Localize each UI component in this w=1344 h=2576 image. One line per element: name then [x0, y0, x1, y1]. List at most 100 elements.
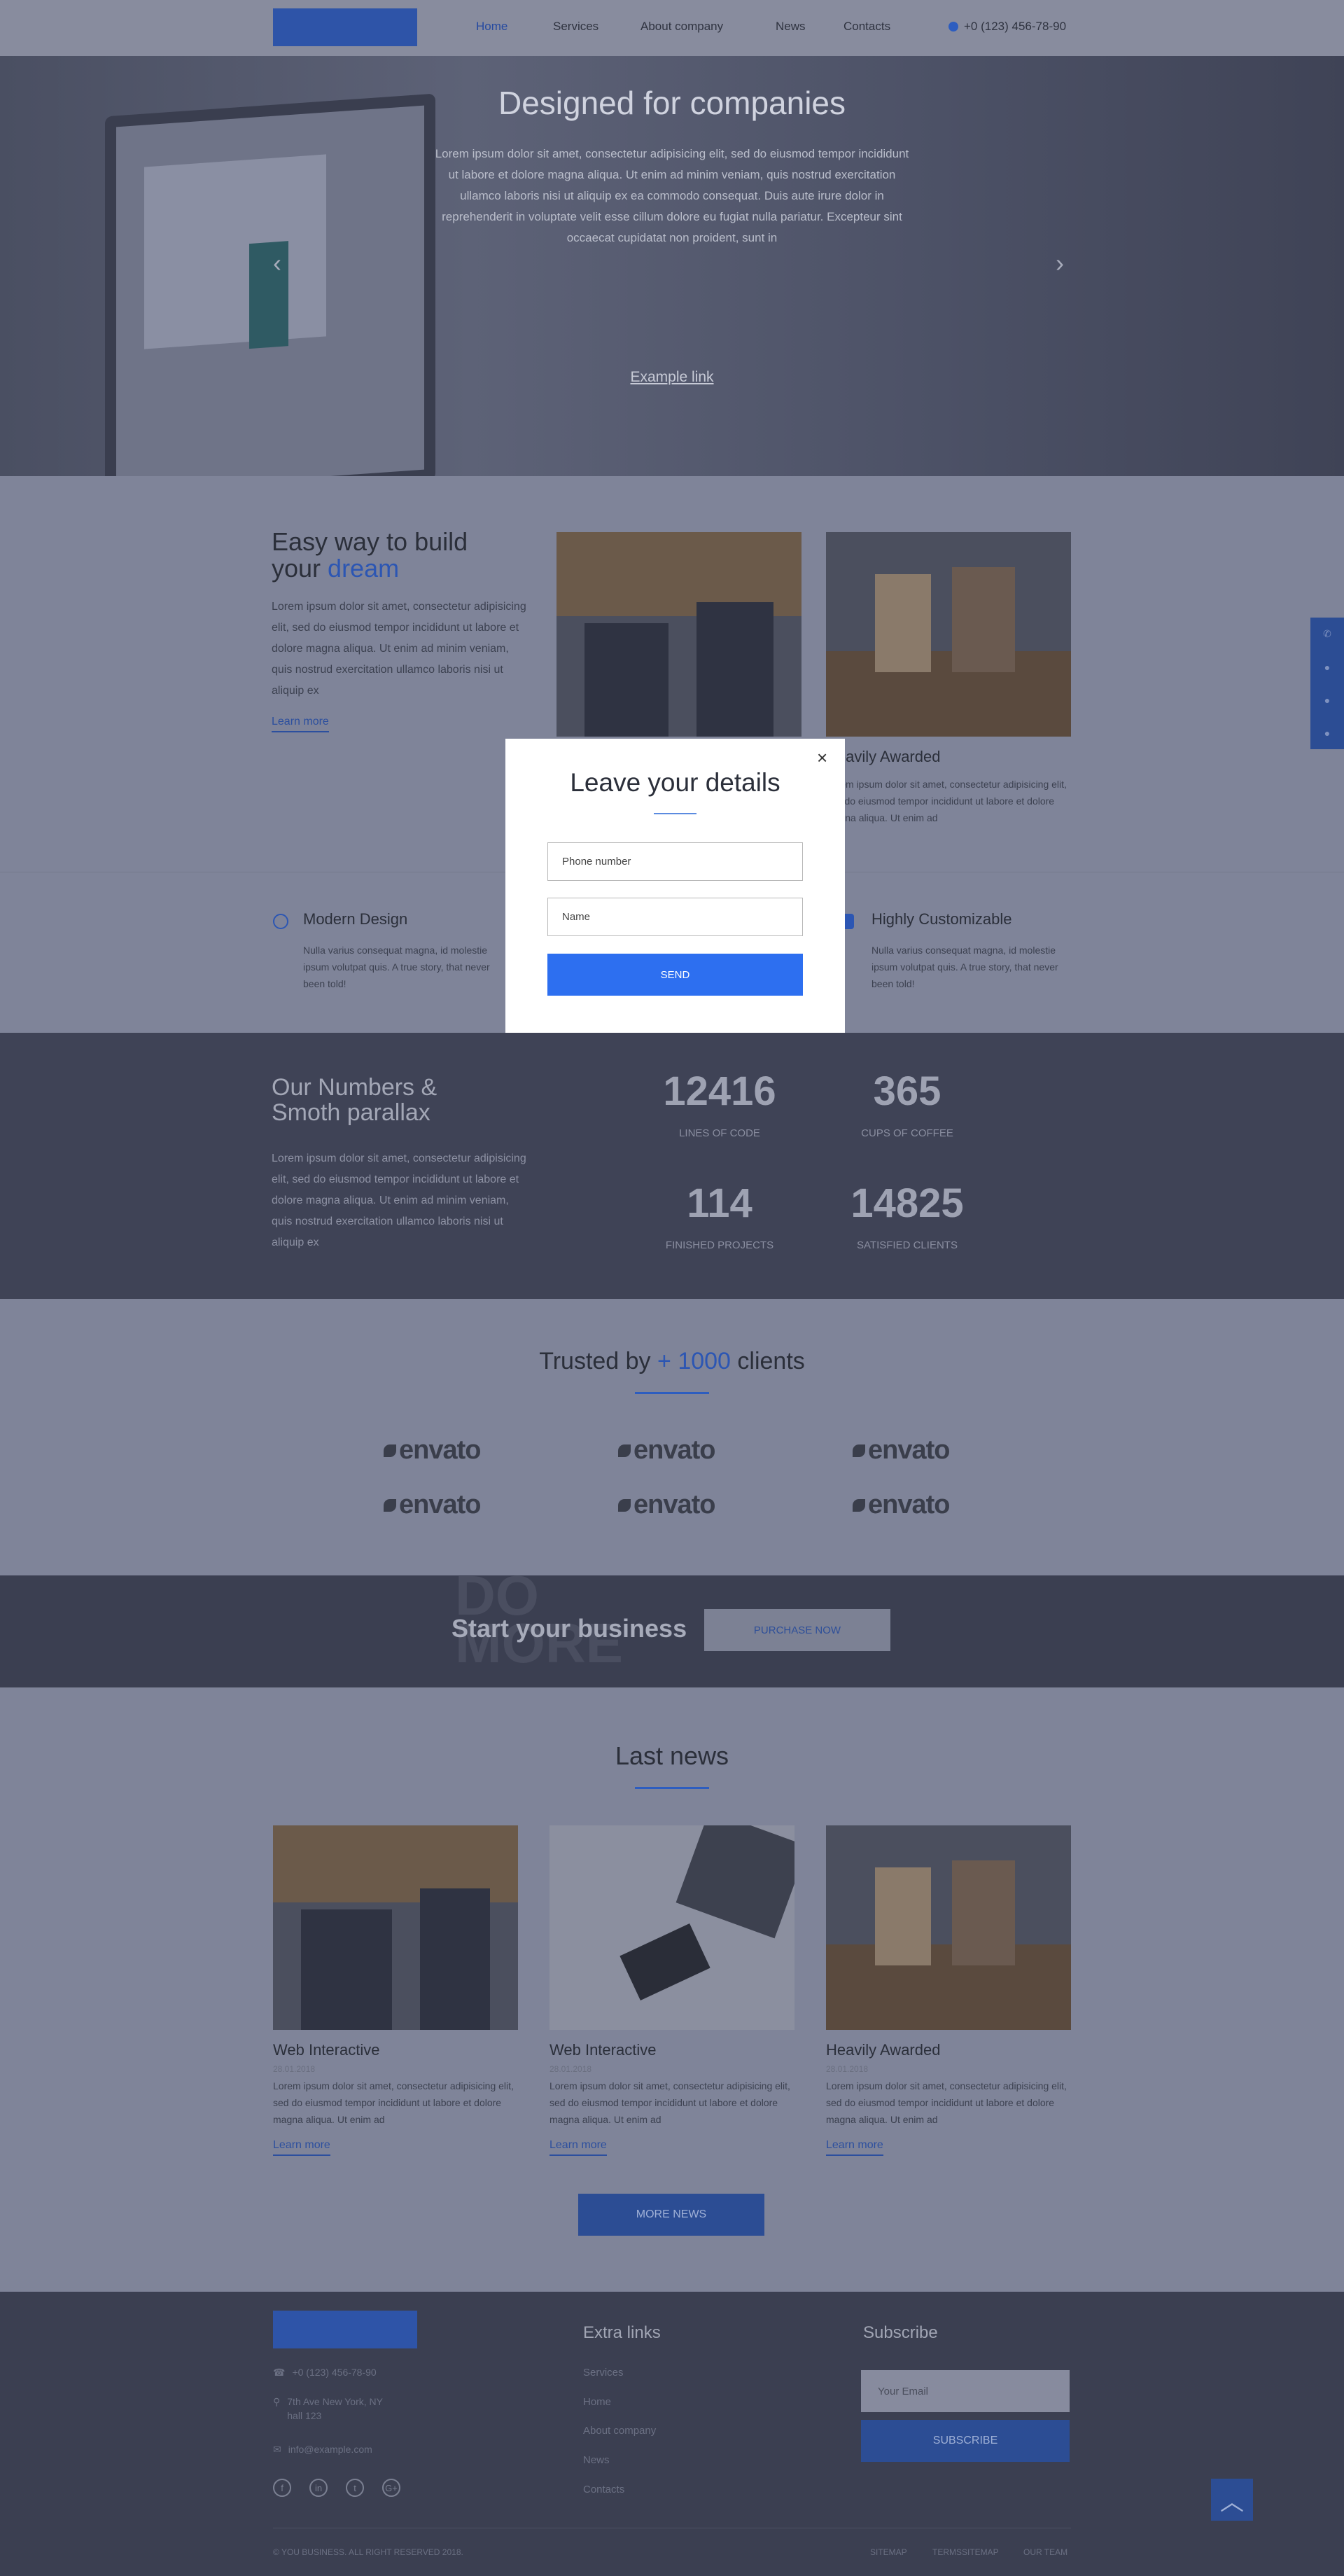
footer-email[interactable]: ✉ info@example.com — [273, 2444, 372, 2456]
about-title-line2: your dream — [272, 555, 468, 582]
about-photo-team — [556, 532, 802, 737]
client-logo: envato — [618, 1490, 715, 1520]
social-links: f in t G+ — [273, 2479, 400, 2497]
scroll-to-top-button[interactable]: ︿ — [1211, 2479, 1253, 2521]
nav-services[interactable]: Services — [553, 20, 598, 34]
nav-home[interactable]: Home — [476, 20, 507, 34]
header-phone[interactable]: +0 (123) 456-78-90 — [948, 20, 1066, 34]
about-title-line1: Easy way to build — [272, 527, 468, 556]
stat-label-clients: SATISFIED CLIENTS — [857, 1239, 958, 1251]
news-photo-team[interactable] — [273, 1825, 518, 2030]
news-underline — [635, 1787, 709, 1789]
close-icon[interactable]: × — [817, 747, 827, 769]
more-news-button[interactable]: MORE NEWS — [578, 2194, 764, 2236]
footer-phone[interactable]: ☎ +0 (123) 456-78-90 — [273, 2367, 377, 2379]
trusted-prefix: Trusted by — [539, 1348, 658, 1374]
footer-sitemap-link[interactable]: SITEMAP — [870, 2547, 907, 2557]
phone-number-input[interactable] — [547, 842, 803, 881]
footer-link-about[interactable]: About company — [583, 2425, 656, 2437]
modal-title: Leave your details — [570, 768, 780, 797]
stat-label-lines: LINES OF CODE — [679, 1127, 760, 1139]
news-item-title[interactable]: Heavily Awarded — [826, 2041, 940, 2059]
news-item-learn-more[interactable]: Learn more — [550, 2139, 607, 2156]
hero-link[interactable]: Example link — [0, 369, 1344, 386]
about-card-text: Lorem ipsum dolor sit amet, consectetur … — [826, 779, 1067, 823]
envato-leaf-icon — [618, 1498, 631, 1512]
client-logo: envato — [618, 1435, 715, 1465]
footer-logo[interactable] — [273, 2311, 417, 2348]
stat-value-lines: 12416 — [663, 1068, 776, 1114]
footer-team-link[interactable]: OUR TEAM — [1023, 2547, 1068, 2557]
facebook-icon[interactable]: f — [273, 2479, 291, 2497]
slider-next-icon[interactable]: › — [1056, 249, 1064, 278]
footer-link-services[interactable]: Services — [583, 2367, 624, 2379]
name-input[interactable] — [547, 898, 803, 936]
about-learn-more[interactable]: Learn more — [272, 716, 329, 732]
purchase-now-button[interactable]: PURCHASE NOW — [704, 1609, 890, 1651]
skype-icon[interactable]: ● — [1324, 662, 1330, 673]
footer-link-news[interactable]: News — [583, 2454, 610, 2466]
news-item-title[interactable]: Web Interactive — [550, 2041, 656, 2059]
trusted-title: Trusted by + 1000 clients — [0, 1348, 1344, 1375]
feature-modern-title: Modern Design — [303, 910, 408, 928]
phone-icon: ☎ — [273, 2367, 286, 2378]
about-text: Lorem ipsum dolor sit amet, consectetur … — [272, 601, 526, 697]
news-item-learn-more[interactable]: Learn more — [826, 2139, 883, 2156]
news-photo-desk[interactable] — [550, 1825, 794, 2030]
stat-value-clients: 14825 — [850, 1181, 964, 1226]
about-photo-meeting — [826, 532, 1071, 737]
phone-icon[interactable]: ✆ — [1323, 628, 1331, 640]
envato-leaf-icon — [384, 1444, 396, 1457]
footer-address-line1: 7th Ave New York, NY — [287, 2396, 383, 2407]
map-pin-icon: ⚲ — [273, 2396, 281, 2407]
numbers-title-line2: Smoth parallax — [272, 1099, 430, 1126]
client-logo: envato — [384, 1435, 481, 1465]
numbers-title-line1: Our Numbers & — [272, 1074, 438, 1101]
client-logo: envato — [384, 1490, 481, 1520]
envato-leaf-icon — [618, 1444, 631, 1457]
news-item-text: Lorem ipsum dolor sit amet, consectetur … — [273, 2080, 514, 2125]
trusted-underline — [635, 1392, 709, 1394]
twitter-icon[interactable]: t — [346, 2479, 364, 2497]
subscribe-button[interactable]: SUBSCRIBE — [861, 2420, 1070, 2462]
about-title: Easy way to build your dream — [272, 529, 468, 582]
nav-news[interactable]: News — [776, 20, 806, 34]
about-title-dream: dream — [328, 554, 400, 583]
hero-title: Designed for companies — [498, 85, 846, 121]
client-logo-text: envato — [868, 1435, 950, 1465]
feature-modern-text: Nulla varius consequat magna, id molesti… — [303, 945, 490, 989]
subscribe-email-input[interactable] — [861, 2370, 1070, 2412]
hero-text: Lorem ipsum dolor sit amet, consectetur … — [435, 147, 909, 244]
nav-contacts[interactable]: Contacts — [844, 20, 890, 34]
envato-leaf-icon — [853, 1444, 865, 1457]
about-title-your: your — [272, 554, 328, 583]
client-logo-text: envato — [634, 1490, 715, 1519]
numbers-text: Lorem ipsum dolor sit amet, consectetur … — [272, 1153, 526, 1248]
send-button[interactable]: SEND — [547, 954, 803, 996]
footer-terms-link[interactable]: TERMSSITEMAP — [932, 2547, 999, 2557]
client-logo-text: envato — [868, 1490, 950, 1519]
monitor-accent — [249, 241, 288, 349]
footer-link-home[interactable]: Home — [583, 2396, 611, 2408]
modal-title-underline — [654, 813, 696, 814]
bulb-icon — [273, 914, 288, 929]
logo[interactable] — [273, 8, 417, 46]
news-item-title[interactable]: Web Interactive — [273, 2041, 379, 2059]
feature-custom-title: Highly Customizable — [872, 910, 1012, 928]
news-photo-meeting[interactable] — [826, 1825, 1071, 2030]
nav-about[interactable]: About company — [640, 20, 723, 34]
footer-link-contacts[interactable]: Contacts — [583, 2484, 624, 2495]
site-footer — [0, 2292, 1344, 2576]
slider-prev-icon[interactable]: ‹ — [273, 249, 281, 278]
header-phone-text: +0 (123) 456-78-90 — [964, 20, 1067, 33]
linkedin-icon[interactable]: in — [309, 2479, 328, 2497]
phone-icon — [948, 22, 958, 32]
envato-leaf-icon — [853, 1498, 865, 1512]
client-logo-text: envato — [634, 1435, 715, 1465]
chat-icon[interactable]: ● — [1324, 695, 1330, 706]
trusted-count: + 1000 — [657, 1348, 731, 1374]
news-item-learn-more[interactable]: Learn more — [273, 2139, 330, 2156]
google-plus-icon[interactable]: G+ — [382, 2479, 400, 2497]
message-icon[interactable]: ● — [1324, 727, 1330, 739]
footer-extra-links-title: Extra links — [583, 2323, 661, 2342]
